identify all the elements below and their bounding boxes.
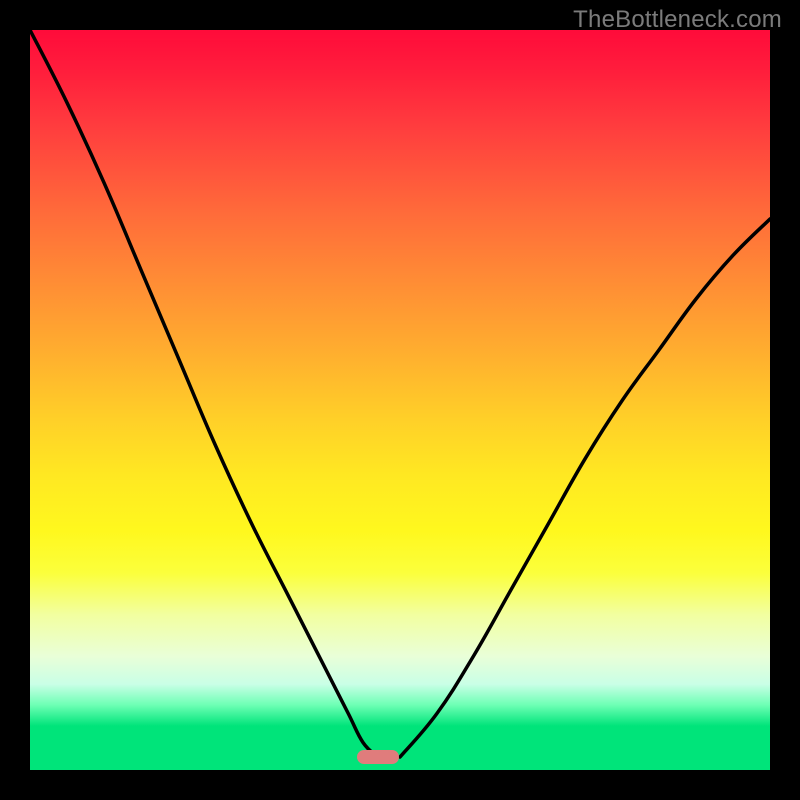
- green-baseline: [30, 726, 770, 770]
- minimum-marker: [357, 750, 399, 764]
- background-gradient: [30, 30, 770, 726]
- plot-area: [30, 30, 770, 770]
- chart-stage: TheBottleneck.com: [0, 0, 800, 800]
